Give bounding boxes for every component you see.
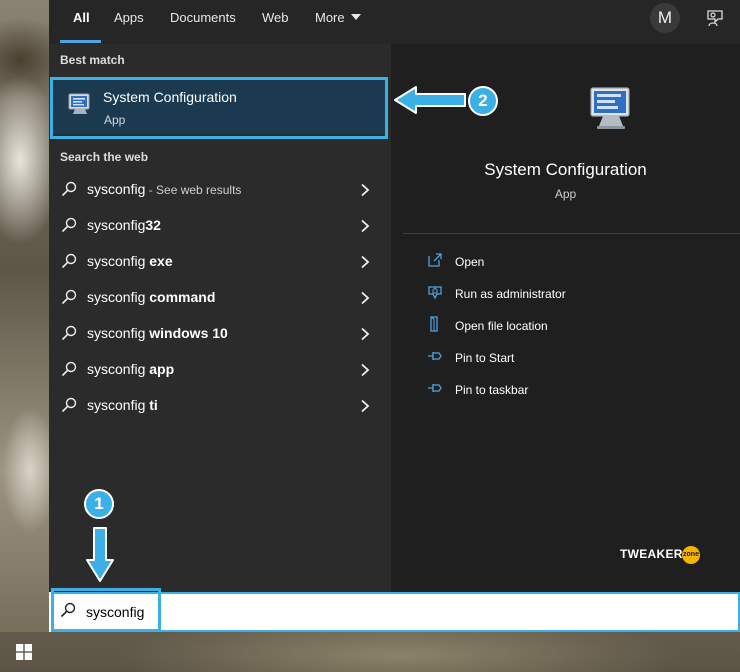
search-icon bbox=[61, 325, 77, 341]
search-icon bbox=[61, 253, 77, 269]
search-icon bbox=[61, 397, 77, 413]
web-result-completion: ti bbox=[149, 397, 158, 413]
chevron-right-icon bbox=[361, 363, 370, 377]
pin-to-start-label: Pin to Start bbox=[455, 351, 515, 365]
search-input[interactable] bbox=[86, 600, 486, 624]
search-icon bbox=[61, 361, 77, 377]
step-1-badge: 1 bbox=[84, 489, 114, 519]
web-result-row[interactable]: sysconfig command bbox=[49, 280, 391, 316]
search-icon bbox=[60, 602, 76, 618]
open-icon bbox=[428, 253, 442, 267]
web-result-query: sysconfig bbox=[87, 217, 146, 233]
system-configuration-icon bbox=[590, 87, 630, 129]
shield-icon bbox=[428, 286, 442, 300]
search-icon bbox=[61, 217, 77, 233]
web-result-query: sysconfig bbox=[87, 361, 150, 377]
web-result-query: sysconfig bbox=[87, 181, 146, 197]
tab-web[interactable]: Web bbox=[262, 10, 289, 32]
watermark-badge: zone bbox=[682, 546, 700, 564]
taskbar bbox=[0, 632, 740, 672]
chevron-right-icon bbox=[361, 219, 370, 233]
web-result-text: sysconfig app bbox=[87, 361, 174, 377]
run-as-administrator-label: Run as administrator bbox=[455, 287, 566, 301]
open-action-label: Open bbox=[455, 255, 485, 269]
best-match-highlight-box bbox=[50, 77, 388, 139]
arrow-down-icon bbox=[86, 527, 114, 582]
detail-title: System Configuration bbox=[484, 160, 647, 179]
tab-documents[interactable]: Documents bbox=[170, 10, 236, 32]
folder-icon bbox=[430, 316, 438, 332]
chevron-right-icon bbox=[361, 327, 370, 341]
web-result-completion: 32 bbox=[145, 217, 161, 233]
pin-icon bbox=[428, 352, 442, 360]
web-result-row[interactable]: sysconfig windows 10 bbox=[49, 316, 391, 352]
open-file-location-label: Open file location bbox=[455, 319, 548, 333]
web-result-completion: windows 10 bbox=[149, 325, 228, 341]
search-filter-tabs: All Apps Documents Web More M bbox=[49, 0, 740, 44]
web-result-query: sysconfig bbox=[87, 397, 150, 413]
tab-more-label: More bbox=[315, 10, 345, 25]
arrow-left-icon bbox=[394, 86, 466, 114]
search-icon bbox=[61, 289, 77, 305]
chevron-right-icon bbox=[361, 255, 370, 269]
web-result-query: sysconfig bbox=[87, 289, 150, 305]
web-result-row[interactable]: sysconfig app bbox=[49, 352, 391, 388]
web-result-text: sysconfig - See web results bbox=[87, 181, 241, 197]
pin-icon bbox=[428, 384, 442, 392]
web-result-completion: app bbox=[149, 361, 175, 377]
tab-more[interactable]: More bbox=[315, 10, 361, 32]
divider bbox=[403, 233, 740, 234]
web-result-completion: exe bbox=[149, 253, 173, 269]
chevron-right-icon bbox=[361, 183, 370, 197]
pin-to-taskbar-label: Pin to taskbar bbox=[455, 383, 529, 397]
active-tab-indicator bbox=[60, 40, 101, 43]
web-result-row[interactable]: sysconfig exe bbox=[49, 244, 391, 280]
web-result-text: sysconfig ti bbox=[87, 397, 158, 413]
web-result-text: sysconfig command bbox=[87, 289, 215, 305]
web-result-row[interactable]: sysconfig32 bbox=[49, 208, 391, 244]
chevron-right-icon bbox=[361, 291, 370, 305]
web-result-hint: - See web results bbox=[145, 183, 242, 197]
chevron-down-icon bbox=[350, 14, 361, 20]
feedback-icon[interactable] bbox=[705, 8, 725, 28]
web-result-text: sysconfig windows 10 bbox=[87, 325, 228, 341]
avatar[interactable]: M bbox=[650, 3, 680, 33]
web-result-text: sysconfig32 bbox=[87, 217, 161, 233]
search-web-heading: Search the web bbox=[60, 150, 149, 164]
best-match-heading: Best match bbox=[60, 53, 125, 67]
web-result-query: sysconfig bbox=[87, 325, 150, 341]
tab-all[interactable]: All bbox=[73, 10, 90, 32]
web-result-row[interactable]: sysconfig - See web results bbox=[49, 172, 391, 208]
step-2-badge: 2 bbox=[468, 86, 498, 116]
web-result-query: sysconfig bbox=[87, 253, 150, 269]
watermark-logo: TWEAKER bbox=[620, 547, 683, 561]
tab-apps[interactable]: Apps bbox=[114, 10, 144, 32]
app-detail-pane: System Configuration App Open Run as adm… bbox=[391, 44, 740, 592]
detail-subtitle: App bbox=[554, 187, 577, 201]
windows-start-icon[interactable] bbox=[16, 644, 32, 660]
web-result-completion: command bbox=[149, 289, 216, 305]
search-icon bbox=[61, 181, 77, 197]
web-result-text: sysconfig exe bbox=[87, 253, 173, 269]
web-result-row[interactable]: sysconfig ti bbox=[49, 388, 391, 424]
chevron-right-icon bbox=[361, 399, 370, 413]
